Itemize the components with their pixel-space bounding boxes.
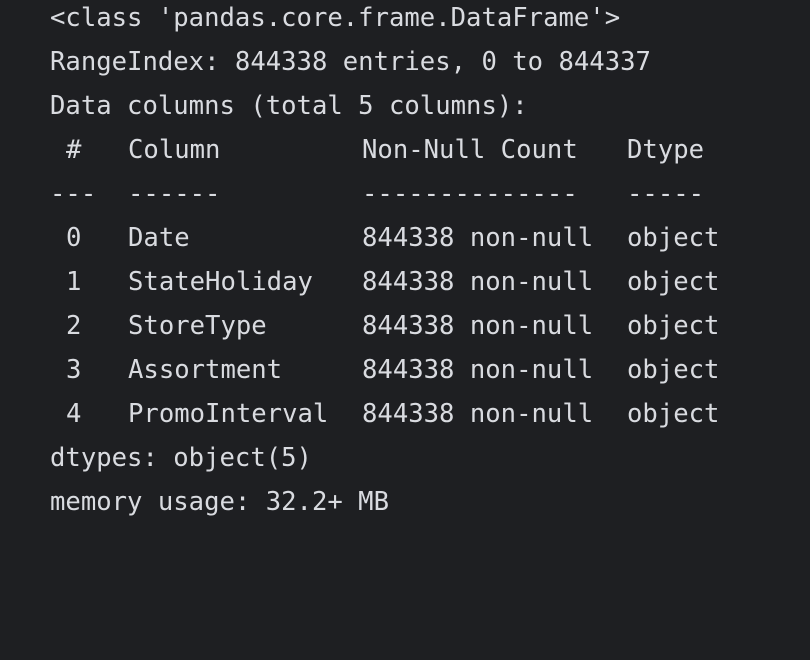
table-header: # Column Non-Null Count Dtype xyxy=(50,128,750,172)
class-line: <class 'pandas.core.frame.DataFrame'> xyxy=(50,3,621,33)
row-num: 0 xyxy=(66,223,82,253)
row-column: StoreType xyxy=(128,311,267,341)
row-dtype: object xyxy=(627,399,720,429)
row-num: 2 xyxy=(66,311,82,341)
separator-num: --- xyxy=(50,179,97,209)
row-column: StateHoliday xyxy=(128,267,313,297)
range-index-line: RangeIndex: 844338 entries, 0 to 844337 xyxy=(50,47,651,77)
row-count: 844338 non-null xyxy=(362,399,594,429)
row-num: 1 xyxy=(66,267,82,297)
table-row: 0 Date 844338 non-null object xyxy=(50,216,750,260)
row-count: 844338 non-null xyxy=(362,267,594,297)
separator-count: -------------- xyxy=(362,179,578,209)
table-separator: --- ------ -------------- ----- xyxy=(50,172,750,216)
row-count: 844338 non-null xyxy=(362,311,594,341)
table-row: 4 PromoInterval 844338 non-null object xyxy=(50,392,750,436)
memory-usage-line: memory usage: 32.2+ MB xyxy=(50,487,389,517)
row-dtype: object xyxy=(627,223,720,253)
row-column: Assortment xyxy=(128,355,283,385)
row-column: PromoInterval xyxy=(128,399,329,429)
header-column: Column xyxy=(128,135,221,165)
header-count: Non-Null Count xyxy=(362,135,578,165)
table-row: 1 StateHoliday 844338 non-null object xyxy=(50,260,750,304)
header-dtype: Dtype xyxy=(627,135,705,165)
data-columns-line: Data columns (total 5 columns): xyxy=(50,91,528,121)
row-count: 844338 non-null xyxy=(362,355,594,385)
row-num: 4 xyxy=(66,399,82,429)
row-dtype: object xyxy=(627,355,720,385)
header-num: # xyxy=(66,135,82,165)
row-column: Date xyxy=(128,223,190,253)
table-row: 2 StoreType 844338 non-null object xyxy=(50,304,750,348)
separator-dtype: ----- xyxy=(627,179,705,209)
row-dtype: object xyxy=(627,311,720,341)
dtypes-line: dtypes: object(5) xyxy=(50,443,312,473)
row-num: 3 xyxy=(66,355,82,385)
row-dtype: object xyxy=(627,267,720,297)
table-row: 3 Assortment 844338 non-null object xyxy=(50,348,750,392)
dataframe-info-output: <class 'pandas.core.frame.DataFrame'> Ra… xyxy=(0,0,810,540)
row-count: 844338 non-null xyxy=(362,223,594,253)
separator-column: ------ xyxy=(128,179,221,209)
